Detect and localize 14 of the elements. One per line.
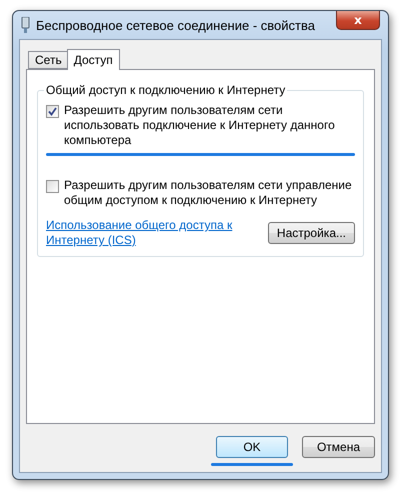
checkbox[interactable] <box>46 105 59 118</box>
network-adapter-icon <box>21 17 30 33</box>
group-title: Общий доступ к подключению к Интернету <box>44 83 288 97</box>
tab[interactable]: Доступ <box>66 49 120 70</box>
dialog-button[interactable]: OK <box>216 436 288 458</box>
close-button[interactable]: x <box>336 11 380 30</box>
settings-button[interactable]: Настройка... <box>268 222 355 244</box>
checkbox-label: Разрешить другим пользователям сети управление общим доступом к подключению к Интернету <box>64 178 353 208</box>
checkbox[interactable] <box>46 180 59 193</box>
window-title: Беспроводное сетевое соединение - свойства <box>36 18 316 33</box>
checkbox-label: Разрешить другим пользователям сети использовать подключение к Интернету данного компьютера <box>64 103 336 148</box>
dialog-button[interactable]: Отмена <box>302 436 375 458</box>
tab[interactable]: Сеть <box>28 51 69 69</box>
help-link[interactable]: Использование общего доступа к Интернету (ICS) <box>46 218 236 248</box>
